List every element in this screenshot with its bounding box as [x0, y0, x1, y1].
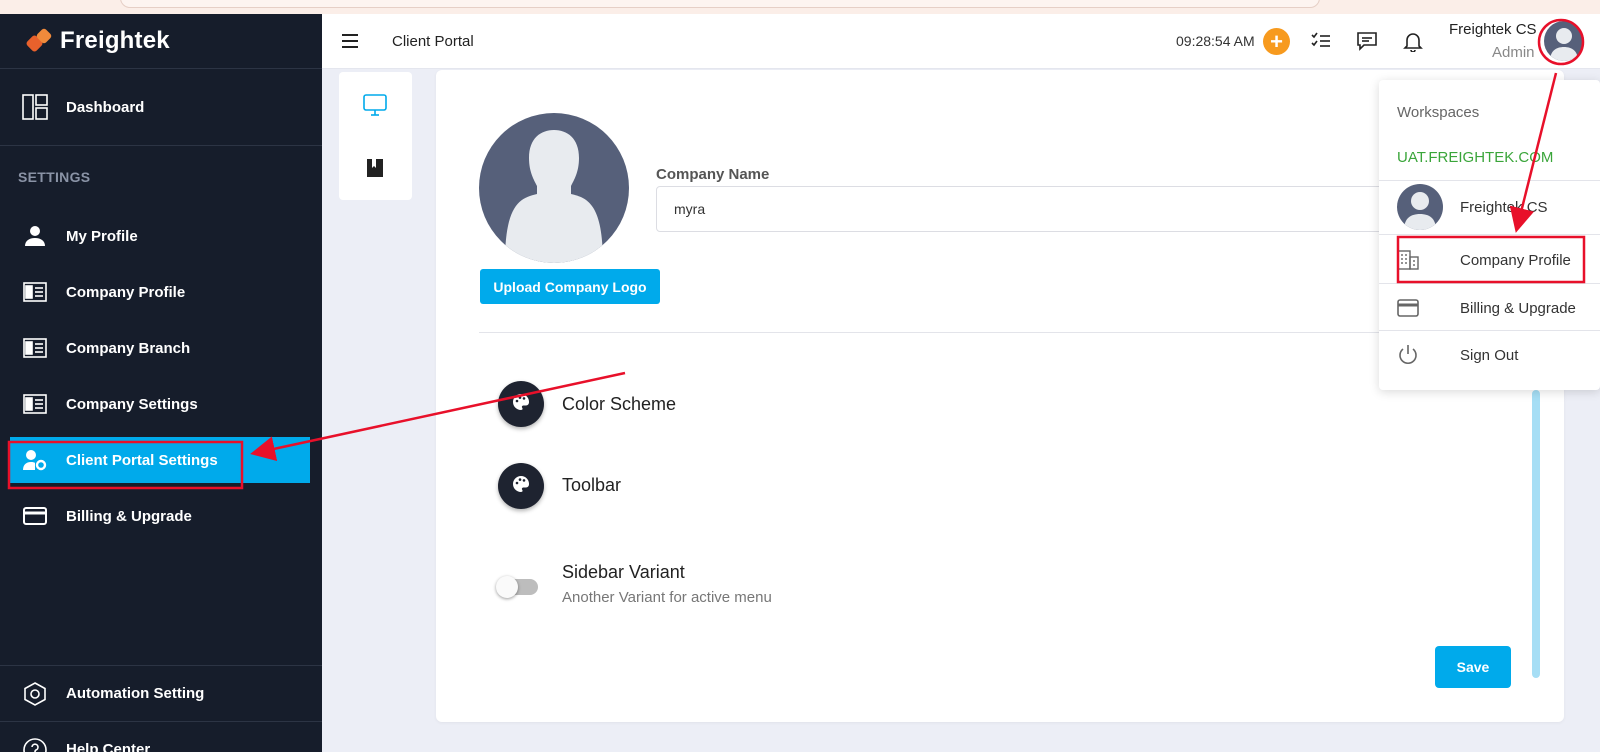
dropdown-item-label: Billing & Upgrade: [1460, 299, 1576, 317]
id-card-icon: [22, 279, 48, 305]
sidebar-item-label: My Profile: [66, 227, 138, 245]
sidebar-variant-description: Another Variant for active menu: [562, 589, 772, 606]
sidebar-item-label: Automation Setting: [66, 685, 205, 702]
page-title: Client Portal: [392, 32, 474, 50]
divider: [1379, 283, 1600, 284]
dashboard-icon: [22, 94, 48, 120]
brand[interactable]: Freightek: [0, 14, 322, 69]
settings-tab-panel: [339, 72, 412, 200]
sidebar-variant-label: Sidebar Variant: [562, 562, 685, 582]
color-scheme-button[interactable]: [498, 381, 544, 427]
sidebar-bottom: Automation Setting Help Center: [0, 665, 322, 752]
company-logo-placeholder: [479, 113, 629, 263]
user-avatar[interactable]: [1544, 21, 1584, 61]
workspaces-heading: Workspaces: [1397, 104, 1480, 121]
hamburger-menu-icon[interactable]: [342, 34, 358, 48]
sidebar-item-help-center[interactable]: Help Center: [0, 722, 322, 752]
sidebar-item-company-settings[interactable]: Company Settings: [0, 376, 322, 432]
credit-card-icon: [1397, 299, 1437, 317]
user-role: Admin: [1492, 44, 1535, 61]
sidebar-item-company-branch[interactable]: Company Branch: [0, 320, 322, 376]
sidebar: Freightek Dashboard SETTINGS My Profile …: [0, 14, 322, 752]
divider: [1379, 234, 1600, 235]
upload-company-logo-button[interactable]: Upload Company Logo: [480, 269, 660, 304]
power-icon: [1397, 344, 1437, 366]
scrollbar[interactable]: [1532, 390, 1540, 678]
company-name-label: Company Name: [656, 166, 770, 183]
toolbar-button[interactable]: [498, 463, 544, 509]
sidebar-item-label: Client Portal Settings: [66, 451, 218, 469]
credit-card-icon: [22, 503, 48, 529]
freightek-logo-icon: [25, 27, 54, 55]
dropdown-item-sign-out[interactable]: Sign Out: [1379, 332, 1600, 378]
dropdown-item-label: Company Profile: [1460, 251, 1571, 269]
dropdown-item-label: Sign Out: [1460, 346, 1519, 364]
book-icon[interactable]: [365, 158, 385, 183]
toggle-knob: [496, 576, 518, 598]
save-button[interactable]: Save: [1435, 646, 1511, 688]
user-icon: [22, 223, 48, 249]
divider: [1379, 330, 1600, 331]
divider: [1379, 180, 1600, 181]
clock: 09:28:54 AM: [1176, 33, 1255, 49]
user-name[interactable]: Freightek CS: [1449, 21, 1537, 38]
dropdown-user-name: Freightek CS: [1460, 198, 1548, 216]
top-header: Client Portal 09:28:54 AM + Freightek CS…: [322, 14, 1600, 69]
sidebar-section-settings: SETTINGS: [18, 169, 91, 185]
avatar: [1397, 184, 1443, 230]
help-icon: [22, 737, 48, 752]
sidebar-item-label: Billing & Upgrade: [66, 507, 192, 525]
monitor-icon[interactable]: [363, 94, 387, 121]
hexagon-gear-icon: [22, 681, 48, 707]
sidebar-item-label: Help Center: [66, 741, 151, 752]
sidebar-variant-toggle[interactable]: [496, 576, 538, 598]
sidebar-item-label: Company Profile: [66, 283, 186, 301]
sidebar-item-label: Company Branch: [66, 339, 191, 357]
chat-icon[interactable]: [1356, 30, 1378, 52]
browser-strip: [0, 0, 1600, 14]
id-card-icon: [22, 335, 48, 361]
palette-icon: [512, 475, 530, 498]
building-icon: [1397, 250, 1437, 270]
sidebar-item-company-profile[interactable]: Company Profile: [0, 264, 322, 320]
bell-icon[interactable]: [1402, 30, 1424, 53]
browser-address-bar[interactable]: [120, 0, 1320, 8]
sidebar-item-my-profile[interactable]: My Profile: [0, 208, 322, 264]
checklist-icon[interactable]: [1310, 30, 1332, 52]
dropdown-item-billing-upgrade[interactable]: Billing & Upgrade: [1379, 285, 1600, 331]
sidebar-item-client-portal-settings[interactable]: Client Portal Settings: [10, 437, 310, 483]
brand-name: Freightek: [60, 27, 170, 54]
palette-icon: [512, 393, 530, 416]
sidebar-item-billing-upgrade[interactable]: Billing & Upgrade: [0, 488, 322, 544]
dropdown-user[interactable]: Freightek CS: [1379, 184, 1600, 230]
add-button[interactable]: +: [1263, 28, 1290, 55]
user-dropdown-menu: Workspaces UAT.FREIGHTEK.COM Freightek C…: [1379, 80, 1600, 390]
toolbar-label: Toolbar: [562, 475, 622, 495]
id-card-icon: [22, 391, 48, 417]
sidebar-item-label: Dashboard: [66, 98, 145, 116]
sidebar-item-label: Company Settings: [66, 395, 198, 413]
workspace-link[interactable]: UAT.FREIGHTEK.COM: [1397, 149, 1553, 166]
sidebar-item-automation-setting[interactable]: Automation Setting: [0, 666, 322, 722]
dropdown-item-company-profile[interactable]: Company Profile: [1379, 237, 1600, 283]
color-scheme-label: Color Scheme: [562, 394, 677, 414]
user-gear-icon: [22, 447, 48, 473]
sidebar-item-dashboard[interactable]: Dashboard: [0, 69, 322, 146]
